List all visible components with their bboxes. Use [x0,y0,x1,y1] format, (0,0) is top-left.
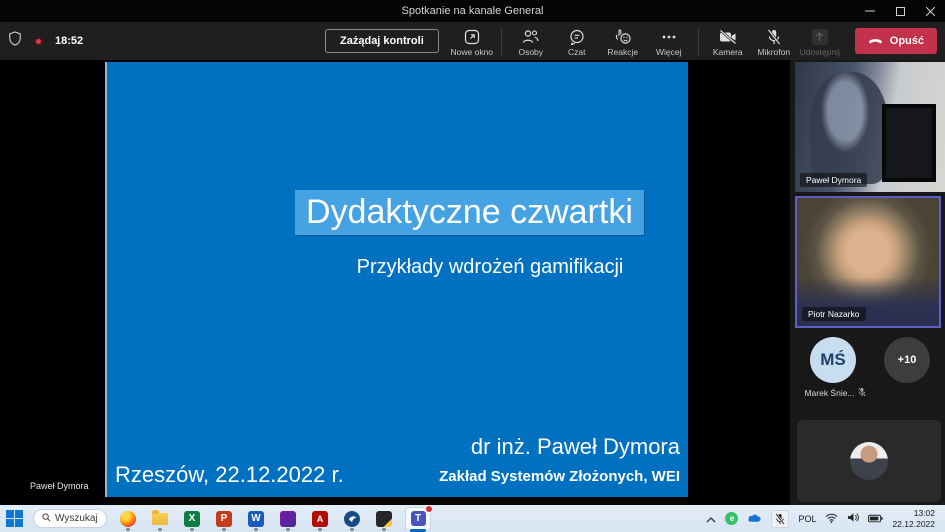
taskbar-search[interactable]: Wyszukaj [33,509,107,528]
battery-icon[interactable] [868,510,883,528]
people-button[interactable]: Osoby [508,25,554,57]
volume-icon[interactable] [847,510,859,528]
chat-button[interactable]: Czat [554,25,600,57]
more-button[interactable]: Więcej [646,25,692,57]
taskbar-app-firefox[interactable] [117,507,139,531]
people-icon [522,28,539,45]
participant-name-label: Piotr Nazarko [802,307,866,321]
camera-off-icon [719,28,737,45]
avatar-name-label: Marek Śnie... [796,387,874,399]
chat-icon [569,28,585,45]
mic-off-icon [767,28,781,45]
avatar-marek[interactable]: MŚ [810,337,856,383]
presentation-stage: Dydaktyczne czwartki Przykłady wdrożeń g… [0,60,790,505]
taskbar-app-thunderbird[interactable] [341,507,363,531]
search-icon [42,513,51,525]
background-monitor [882,104,936,182]
toolbar-separator [698,29,699,55]
shared-slide: Dydaktyczne czwartki Przykłady wdrożeń g… [105,62,688,497]
windows-taskbar: Wyszukaj X P W A T e PO [0,505,945,532]
slide-author: dr inż. Paweł Dymora [471,434,680,460]
onedrive-icon[interactable] [747,510,762,528]
language-indicator[interactable]: POL [798,514,816,524]
video-tile-piotr-nazarko[interactable]: Piotr Nazarko [795,196,941,328]
overflow-participants-badge[interactable]: +10 [884,337,930,383]
share-button[interactable]: Udostępnij [797,25,843,57]
reactions-icon [614,28,632,45]
start-button[interactable] [6,510,23,527]
popout-icon [464,28,480,45]
taskbar-app-powerpoint[interactable]: P [213,507,235,531]
taskbar-app-file-explorer[interactable] [149,507,171,531]
record-icon [34,37,43,46]
word-icon: W [248,511,264,527]
slide-title: Dydaktyczne czwartki [295,190,644,235]
slide-place-date: Rzeszów, 22.12.2022 r. [115,462,344,488]
window-title: Spotkanie na kanale General [0,5,945,17]
profile-photo-avatar [850,442,888,480]
teams-icon: T [411,511,426,526]
acrobat-icon: A [312,511,328,527]
share-icon [812,28,828,45]
tray-mic-muted-icon[interactable] [771,510,789,528]
slide-subtitle: Przykłady wdrożeń gamifikacji [275,256,705,279]
taskbar-clock[interactable]: 13:02 22.12.2022 [892,508,935,529]
title-bar: Spotkanie na kanale General [0,0,945,22]
leave-label: Opuść [890,35,924,47]
taskbar-app-teams[interactable]: T [405,507,431,531]
taskbar-app-acrobat[interactable]: A [309,507,331,531]
powerpoint-icon: P [216,511,232,527]
notification-badge [425,505,433,513]
toolbar-separator [501,29,502,55]
hidden-icons-chevron[interactable] [706,510,716,528]
taskbar-app-media[interactable] [277,507,299,531]
clock-time: 13:02 [892,508,935,519]
dark-utility-app-icon [376,511,392,527]
new-window-button[interactable]: Nowe okno [449,25,495,57]
taskbar-app-dark-utility[interactable] [373,507,395,531]
taskbar-app-excel[interactable]: X [181,507,203,531]
participants-panel: Paweł Dymora Piotr Nazarko MŚ Marek Śnie… [790,60,945,505]
active-app-indicator [410,529,426,532]
firefox-icon [120,511,136,527]
teams-meeting-window: Spotkanie na kanale General 18:52 Zażąda… [0,0,945,532]
meeting-timer: 18:52 [55,35,83,47]
request-control-button[interactable]: Zażądaj kontroli [325,29,439,53]
slide-department: Zakład Systemów Złożonych, WEI [439,468,680,485]
wifi-icon[interactable] [825,510,838,528]
participant-video [810,72,888,184]
mic-muted-icon [858,387,866,399]
shield-icon [8,31,22,51]
more-icon [661,28,677,45]
self-video-tile[interactable] [797,420,941,502]
taskbar-app-word[interactable]: W [245,507,267,531]
avatar-initials: MŚ [820,350,846,370]
media-app-icon [280,511,296,527]
antivirus-icon[interactable]: e [725,512,738,525]
system-tray: e POL 13:02 22.12.2022 [706,508,939,529]
search-placeholder: Wyszukaj [55,513,98,524]
hangup-icon [868,35,883,47]
thunderbird-icon [344,511,360,527]
excel-icon: X [184,511,200,527]
clock-date: 22.12.2022 [892,519,935,530]
leave-button[interactable]: Opuść [855,28,937,54]
camera-button[interactable]: Kamera [705,25,751,57]
presenter-name-label: Paweł Dymora [30,481,89,491]
participant-name-label: Paweł Dymora [800,173,867,187]
file-explorer-icon [152,513,168,525]
microphone-button[interactable]: Mikrofon [751,25,797,57]
meeting-toolbar: 18:52 Zażądaj kontroli Nowe okno Osoby [0,22,945,60]
reactions-button[interactable]: Reakcje [600,25,646,57]
video-tile-pawel-dymora[interactable]: Paweł Dymora [795,62,945,192]
